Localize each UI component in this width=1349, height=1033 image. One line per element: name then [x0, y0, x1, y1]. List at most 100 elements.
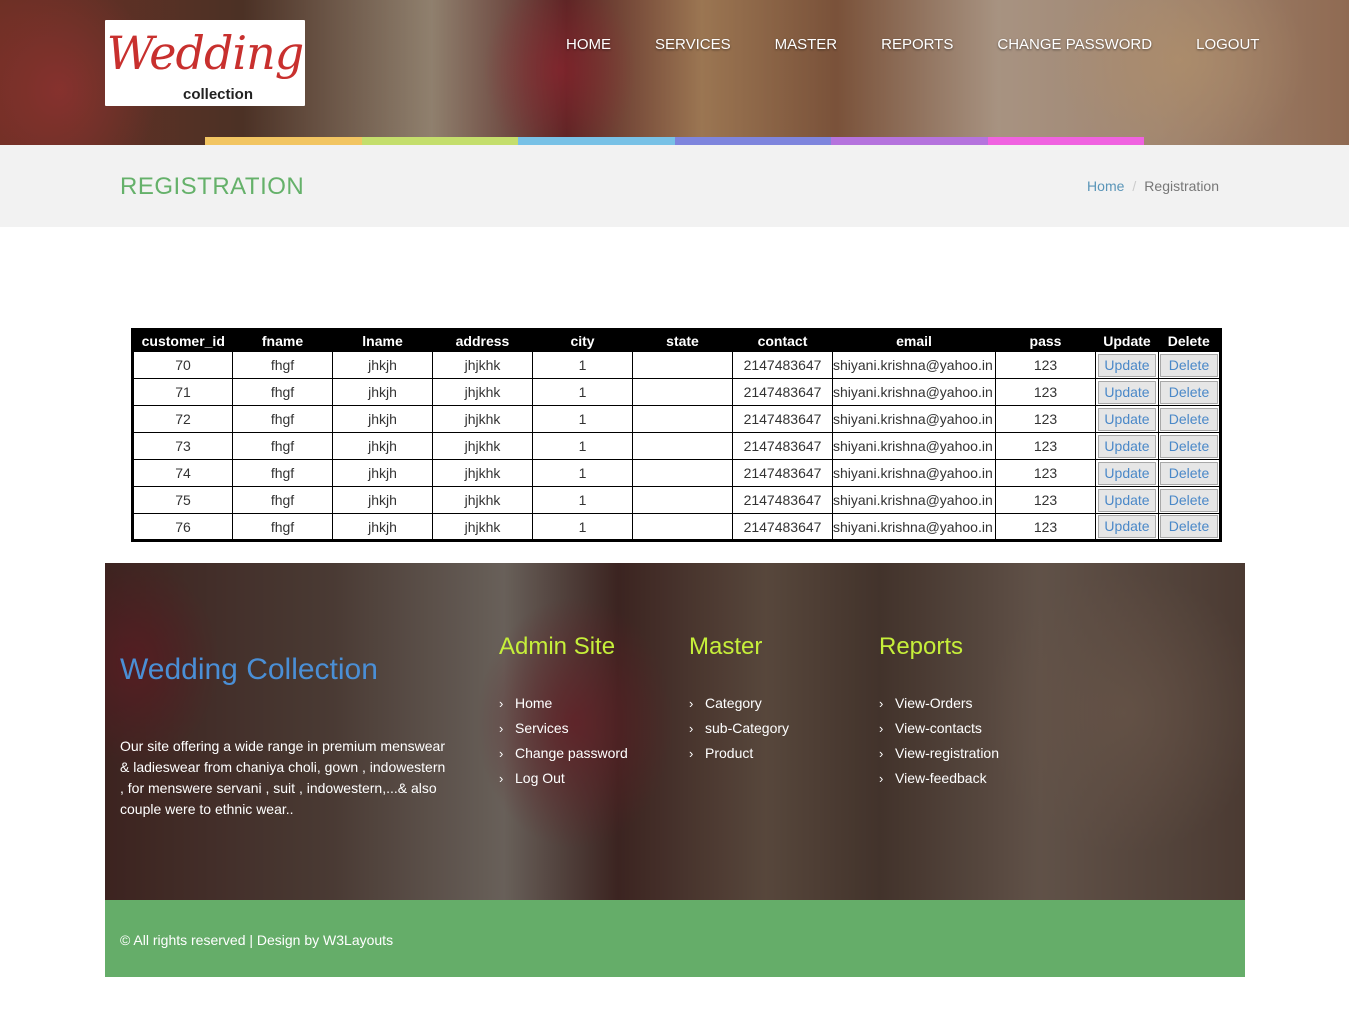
footer-col-master: Master › Category › sub-Category › Product: [689, 633, 789, 766]
footer-link-view-registration[interactable]: › View-registration: [879, 741, 999, 766]
cell-customer-id: 75: [132, 486, 233, 514]
update-button[interactable]: Update: [1098, 380, 1156, 404]
table-row: 71 fhgf jhkjh jhjkhk 1 2147483647 shiyani.kris…: [132, 378, 1221, 406]
col-header-address: address: [432, 329, 533, 352]
footer-description: Our site offering a wide range in premiu…: [120, 738, 446, 817]
footer-link-services[interactable]: › Services: [499, 716, 628, 741]
cell-email: shiyani.krishna@yahoo.in: [832, 432, 996, 460]
cell-update: Update: [1095, 378, 1159, 406]
table-header-row: customer_id fname lname address city sta…: [132, 329, 1221, 352]
cell-state: [632, 432, 733, 460]
cell-pass: 123: [995, 351, 1096, 379]
cell-address: jhjkhk: [432, 459, 533, 487]
cell-customer-id: 74: [132, 459, 233, 487]
delete-button[interactable]: Delete: [1160, 407, 1218, 431]
update-button[interactable]: Update: [1098, 353, 1156, 377]
nav-services[interactable]: SERVICES: [655, 36, 731, 53]
footer-link-product[interactable]: › Product: [689, 741, 789, 766]
delete-button[interactable]: Delete: [1160, 488, 1218, 512]
cell-address: jhjkhk: [432, 351, 533, 379]
nav-home[interactable]: HOME: [566, 36, 611, 53]
update-button[interactable]: Update: [1098, 488, 1156, 512]
delete-button[interactable]: Delete: [1160, 515, 1218, 538]
cell-update: Update: [1095, 405, 1159, 433]
color-bar-segment: [987, 137, 1144, 145]
col-header-fname: fname: [232, 329, 333, 352]
cell-city: 1: [532, 378, 633, 406]
table-row: 76 fhgf jhkjh jhjkhk 1 2147483647 shiyani.kris…: [132, 513, 1221, 541]
chevron-right-icon: ›: [689, 746, 694, 761]
nav-master[interactable]: MASTER: [775, 36, 838, 53]
chevron-right-icon: ›: [879, 746, 884, 761]
cell-state: [632, 405, 733, 433]
cell-city: 1: [532, 459, 633, 487]
color-bar-segment: [831, 137, 988, 145]
cell-state: [632, 459, 733, 487]
footer-link-label: View-Orders: [895, 695, 973, 711]
footer-link-sub-category[interactable]: › sub-Category: [689, 716, 789, 741]
cell-city: 1: [532, 486, 633, 514]
footer-link-label: Log Out: [515, 770, 565, 786]
col-header-email: email: [832, 329, 996, 352]
chevron-right-icon: ›: [499, 721, 504, 736]
update-button[interactable]: Update: [1098, 407, 1156, 431]
col-header-delete: Delete: [1158, 329, 1221, 352]
cell-customer-id: 73: [132, 432, 233, 460]
update-button[interactable]: Update: [1098, 434, 1156, 458]
cell-pass: 123: [995, 405, 1096, 433]
footer-link-view-contacts[interactable]: › View-contacts: [879, 716, 999, 741]
delete-button[interactable]: Delete: [1160, 461, 1218, 485]
nav-logout[interactable]: LOGOUT: [1196, 36, 1259, 53]
footer-link-label: Services: [515, 720, 569, 736]
footer-link-log-out[interactable]: › Log Out: [499, 766, 628, 791]
cell-delete: Delete: [1158, 432, 1221, 460]
site-footer: Wedding Collection Our site offering a w…: [105, 563, 1245, 900]
footer-link-view-feedback[interactable]: › View-feedback: [879, 766, 999, 791]
col-header-lname: lname: [332, 329, 433, 352]
footer-link-view-orders[interactable]: › View-Orders: [879, 691, 999, 716]
cell-city: 1: [532, 351, 633, 379]
nav-change-password[interactable]: CHANGE PASSWORD: [997, 36, 1152, 53]
footer-col-title: Admin Site: [499, 633, 616, 660]
cell-email: shiyani.krishna@yahoo.in: [832, 513, 996, 541]
footer-link-home[interactable]: › Home: [499, 691, 628, 716]
site-logo[interactable]: Wedding collection: [105, 20, 305, 106]
cell-lname: jhkjh: [332, 378, 433, 406]
cell-pass: 123: [995, 459, 1096, 487]
cell-fname: fhgf: [232, 486, 333, 514]
cell-email: shiyani.krishna@yahoo.in: [832, 378, 996, 406]
cell-fname: fhgf: [232, 432, 333, 460]
cell-contact: 2147483647: [732, 432, 833, 460]
update-button[interactable]: Update: [1098, 515, 1156, 538]
color-bar-segment: [518, 137, 675, 145]
cell-contact: 2147483647: [732, 405, 833, 433]
cell-delete: Delete: [1158, 459, 1221, 487]
footer-link-category[interactable]: › Category: [689, 691, 789, 716]
col-header-city: city: [532, 329, 633, 352]
delete-button[interactable]: Delete: [1160, 380, 1218, 404]
cell-customer-id: 71: [132, 378, 233, 406]
footer-link-change-password[interactable]: › Change password: [499, 741, 628, 766]
footer-link-label: Home: [515, 695, 553, 711]
cell-email: shiyani.krishna@yahoo.in: [832, 351, 996, 379]
breadcrumb-current: Registration: [1144, 178, 1219, 194]
nav-reports[interactable]: REPORTS: [881, 36, 953, 53]
footer-background-overlay: [105, 563, 1245, 900]
col-header-customer-id: customer_id: [132, 329, 233, 352]
cell-lname: jhkjh: [332, 486, 433, 514]
cell-customer-id: 70: [132, 351, 233, 379]
delete-button[interactable]: Delete: [1160, 353, 1218, 377]
delete-button[interactable]: Delete: [1160, 434, 1218, 458]
breadcrumb-home-link[interactable]: Home: [1087, 178, 1124, 194]
cell-state: [632, 351, 733, 379]
cell-fname: fhgf: [232, 459, 333, 487]
cell-update: Update: [1095, 432, 1159, 460]
cell-update: Update: [1095, 351, 1159, 379]
page-title: REGISTRATION: [120, 173, 305, 200]
cell-pass: 123: [995, 432, 1096, 460]
chevron-right-icon: ›: [499, 696, 504, 711]
cell-contact: 2147483647: [732, 513, 833, 541]
update-button[interactable]: Update: [1098, 461, 1156, 485]
footer-col-title: Reports: [879, 633, 964, 660]
chevron-right-icon: ›: [879, 696, 884, 711]
